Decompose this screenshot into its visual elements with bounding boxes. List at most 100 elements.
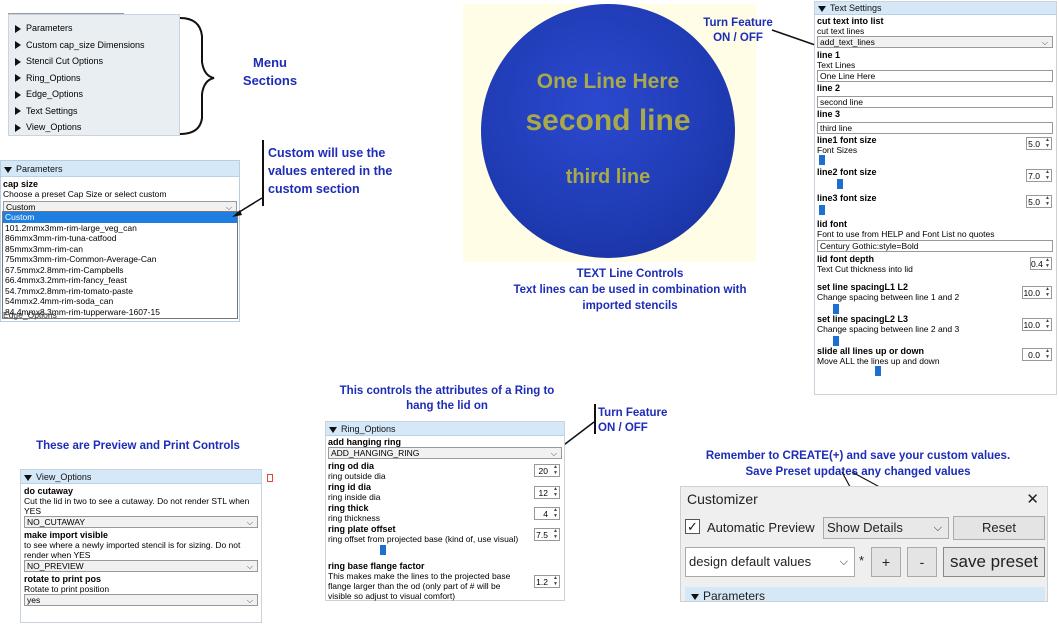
slide-lines-slider[interactable] [875,366,881,376]
spacing-l2-l3-input[interactable]: 10.0 ▲ ▼ [1022,318,1052,331]
line3-font-size-label: line3 font size [817,193,877,203]
cut-text-label: cut text into list [817,16,884,26]
triangle-down-icon [4,166,12,173]
cap-size-dropdown-list: Custom 101.2mmx3mm-rim-large_veg_can 86mmx… [2,211,238,319]
line1-desc: Text Lines [817,60,856,70]
slide-lines-input[interactable]: 0.0 ▲ ▼ [1022,348,1052,361]
ring-od-input[interactable]: 20 ▲ ▼ [534,464,560,477]
close-icon[interactable]: ✕ [1026,490,1039,508]
text-controls-caption: TEXT Line Controls Text lines can be use… [513,268,747,312]
menu-section-item[interactable]: Stencil Cut Options [9,53,179,70]
lid-font-input[interactable]: Century Gothic:style=Bold [817,240,1053,252]
auto-preview-checkbox[interactable]: ✓ [685,519,700,534]
cap-size-option[interactable]: 67.5mmx2.8mm-rim-Campbells [3,265,237,276]
line3-font-size-input[interactable]: 5.0 ▲ ▼ [1026,195,1052,208]
customizer-parameters-header[interactable]: Parameters [685,587,1045,601]
parameters-header[interactable]: Parameters [1,161,239,177]
line1-label: line 1 [817,50,841,60]
cap-size-option[interactable]: 86mmx3mm-rim-tuna-catfood [3,233,237,244]
menu-section-item[interactable]: Edge_Options [9,86,179,103]
cut-text-select[interactable]: add_text_lines ⌵ [817,36,1053,48]
line1-font-size-input[interactable]: 5.0 ▲ ▼ [1026,137,1052,150]
hanging-ring-select[interactable]: ADD_HANGING_RING ⌵ [328,447,562,459]
import-visible-select[interactable]: NO_PREVIEW ⌵ [24,560,258,572]
menu-section-item[interactable]: Ring_Options [9,70,179,87]
custom-callout-arrow [232,197,263,217]
rotate-desc: Rotate to print position [24,584,110,594]
line2-label: line 2 [817,83,841,93]
triangle-down-icon [691,593,699,600]
line3-input[interactable]: third line [817,122,1053,134]
cap-size-label: cap size [3,179,39,189]
cap-size-option[interactable]: 54mmx2.4mm-rim-soda_can [3,296,237,307]
lid-font-depth-input[interactable]: 0.4 ▲ ▼ [1030,257,1052,270]
triangle-right-icon [15,24,21,33]
show-details-select[interactable]: Show Details ⌵ [823,517,949,539]
lid-font-label: lid font [817,219,847,229]
view-options-annotation: These are Preview and Print Controls [36,440,240,452]
ring-options-header[interactable]: Ring_Options [326,422,564,436]
menu-section-item[interactable]: Text Settings [9,103,179,120]
line2-font-size-label: line2 font size [817,167,877,177]
chevron-down-icon: ⌵ [1041,38,1048,47]
cap-size-option[interactable]: Custom [3,212,237,223]
ring-thick-label: ring thick [328,503,369,513]
reset-button[interactable]: Reset [953,516,1045,540]
cap-size-option[interactable]: 101.2mmx3mm-rim-large_veg_can [3,223,237,234]
menu-list: Parameters Custom cap_size Dimensions Sten… [9,15,179,136]
spinner-icon: ▲ ▼ [1045,286,1050,298]
rotate-select[interactable]: yes ⌵ [24,594,258,606]
cap-size-option[interactable]: 75mmx3mm-rim-Common-Average-Can [3,254,237,265]
menu-section-item[interactable]: Parameters [9,20,179,37]
document-icon [267,474,273,482]
cutaway-select[interactable]: NO_CUTAWAY ⌵ [24,516,258,528]
spacing-l1-l2-desc: Change spacing between line 1 and 2 [817,292,960,302]
ring-thick-desc: ring thickness [328,513,380,523]
ring-thick-input[interactable]: 4 ▲ ▼ [534,507,560,520]
spacing-l1-l2-slider[interactable] [833,304,839,314]
spacing-l2-l3-slider[interactable] [833,336,839,346]
text-settings-header[interactable]: Text Settings [815,2,1056,15]
ring-od-desc: ring outside dia [328,471,386,481]
chevron-down-icon: ⌵ [246,596,253,605]
ring-flange-input[interactable]: 1.2 ▲ ▼ [534,575,560,588]
text-settings-panel: Text Settings cut text into list cut tex… [814,1,1057,395]
line1-font-size-slider[interactable] [819,155,825,165]
cap-size-option[interactable]: 66.4mmx3.2mm-rim-fancy_feast [3,275,237,286]
preset-select[interactable]: design default values ⌵ [685,547,855,577]
save-preset-button[interactable]: save preset [943,547,1045,577]
line2-font-size-input[interactable]: 7.0 ▲ ▼ [1026,169,1052,182]
parameters-panel: Parameters cap size Choose a preset Cap … [0,160,240,322]
line3-font-size-slider[interactable] [819,205,825,215]
line1-font-size-desc: Font Sizes [817,145,858,155]
preview-line-1: One Line Here [536,70,680,93]
add-preset-button[interactable]: + [871,547,901,577]
line1-input[interactable]: One Line Here [817,70,1053,82]
cap-size-option[interactable]: 54.7mmx2.8mm-rim-tomato-paste [3,286,237,297]
line2-font-size-slider[interactable] [837,179,843,189]
menu-section-item[interactable]: View_Options [9,119,179,136]
ring-offset-input[interactable]: 7.5 ▲ ▼ [534,528,560,541]
menu-section-item[interactable]: Custom cap_size Dimensions [9,37,179,54]
ring-id-desc: ring inside dia [328,492,381,502]
hanging-ring-label: add hanging ring [328,437,401,447]
cut-text-desc: cut text lines [817,26,865,36]
line2-input[interactable]: second line [817,96,1053,108]
spinner-icon: ▲ ▼ [553,507,558,519]
triangle-down-icon [818,5,826,12]
cap-size-option[interactable]: 85mmx3mm-rim-can [3,244,237,255]
view-options-header[interactable]: View_Options [21,470,261,484]
spacing-l1-l2-input[interactable]: 10.0 ▲ ▼ [1022,286,1052,299]
behind-section-label: Edge_Options [3,312,57,320]
cap-size-desc: Choose a preset Cap Size or select custo… [3,189,167,199]
spinner-icon: ▲ ▼ [1045,137,1050,149]
spinner-icon: ▲ ▼ [1045,195,1050,207]
ring-flange-desc: This makes make the lines to the project… [328,571,511,601]
ring-id-input[interactable]: 12 ▲ ▼ [534,486,560,499]
import-visible-label: make import visible [24,530,109,540]
text-feature-annotation: Turn Feature ON / OFF [703,17,773,44]
remove-preset-button[interactable]: - [907,547,937,577]
ring-offset-slider[interactable] [380,545,386,555]
modified-asterisk: * [859,553,865,568]
menu-top-line [8,13,124,14]
